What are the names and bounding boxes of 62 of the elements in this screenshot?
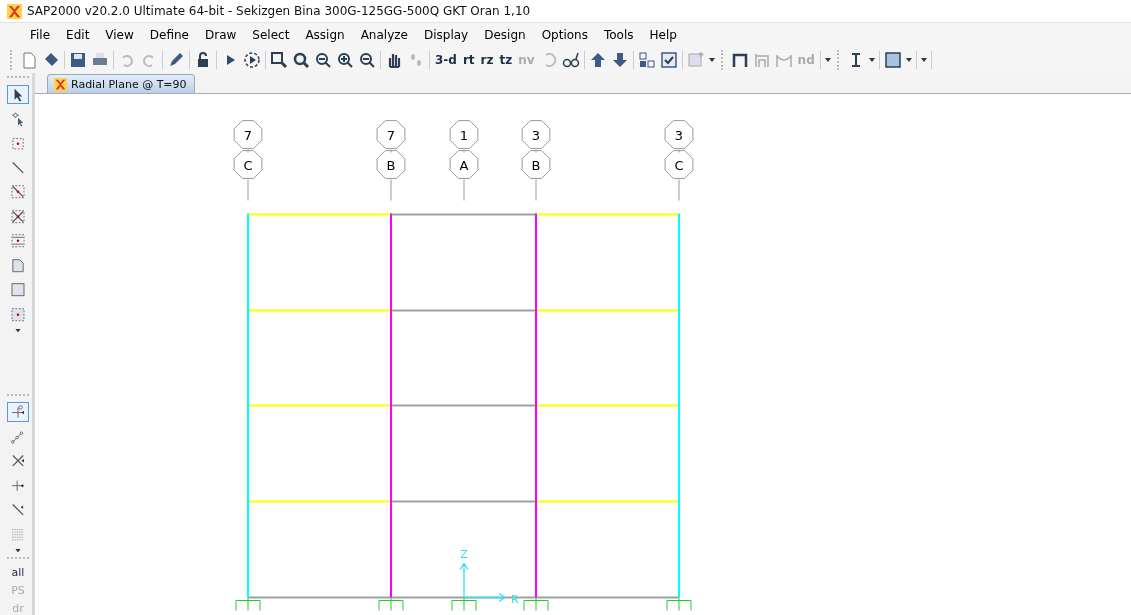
- pointer-icon[interactable]: [7, 84, 29, 105]
- support-symbol: [378, 597, 404, 611]
- grid-label: B: [531, 157, 541, 173]
- grid-squares-icon[interactable]: [637, 51, 656, 69]
- pencil-icon[interactable]: [167, 51, 185, 69]
- view-tab[interactable]: Radial Plane @ T=90: [47, 74, 195, 93]
- run-icon[interactable]: [243, 51, 261, 69]
- area-icon[interactable]: [883, 51, 902, 69]
- dropdown-arrow-icon[interactable]: [920, 58, 927, 62]
- axis-arrow: [459, 562, 507, 603]
- dropdown-arrow-icon[interactable]: [868, 58, 875, 62]
- axis-label: Z: [460, 547, 468, 561]
- menu-item[interactable]: Display: [415, 28, 477, 42]
- app-logo-icon: [7, 3, 22, 19]
- grid-label: 7: [243, 127, 253, 143]
- menu-item[interactable]: Help: [641, 28, 685, 42]
- grid-label: 1: [459, 127, 469, 143]
- menu-item[interactable]: Analyze: [352, 28, 416, 42]
- grid-label: C: [243, 157, 253, 173]
- menu-item[interactable]: View: [97, 28, 142, 42]
- view-button[interactable]: tz: [498, 53, 514, 67]
- dropdown-arrow-icon[interactable]: [824, 58, 831, 62]
- zoom-icon[interactable]: [292, 51, 310, 69]
- snap-point-icon[interactable]: [7, 402, 29, 422]
- view-button[interactable]: rt: [461, 53, 476, 67]
- grid-label: 3: [531, 127, 541, 143]
- frame-icon[interactable]: [730, 51, 749, 69]
- zoom-out-icon[interactable]: [358, 51, 376, 69]
- checkbox-icon[interactable]: [659, 51, 678, 69]
- menu-item[interactable]: Select: [244, 28, 298, 42]
- menu-item[interactable]: Options: [533, 28, 596, 42]
- grid-label: B: [386, 157, 396, 173]
- support-symbol: [235, 597, 261, 611]
- dropdown-arrow-icon[interactable]: [708, 58, 715, 62]
- grid-label: A: [459, 157, 469, 173]
- menu-item[interactable]: Design: [476, 28, 534, 42]
- grid-label: C: [674, 157, 684, 173]
- support-symbol: [666, 597, 692, 611]
- dropdown-arrow-icon[interactable]: [15, 549, 21, 553]
- glasses-icon[interactable]: [561, 51, 580, 69]
- zoom-window-icon[interactable]: [270, 51, 288, 69]
- view-button[interactable]: 3-d: [434, 53, 458, 67]
- menu-item[interactable]: Assign: [297, 28, 353, 42]
- menu-item[interactable]: Edit: [58, 28, 98, 42]
- axis-label: R: [511, 592, 519, 606]
- view-button[interactable]: rz: [479, 53, 495, 67]
- save-icon[interactable]: [69, 51, 87, 69]
- dropdown-arrow-icon[interactable]: [905, 58, 912, 62]
- zoom-previous-icon[interactable]: [314, 51, 332, 69]
- window-title: SAP2000 v20.2.0 Ultimate 64-bit - Sekizgen Bina 300G-125GG-500Q GKT Oran 1,10: [27, 4, 531, 18]
- grid-label: 3: [674, 127, 684, 143]
- menu-item[interactable]: Draw: [197, 28, 245, 42]
- support-symbol: [523, 597, 549, 611]
- grid-label: 7: [386, 127, 396, 143]
- dropdown-arrow-icon[interactable]: [15, 328, 21, 333]
- menu-item[interactable]: Define: [141, 28, 197, 42]
- zoom-in-icon[interactable]: [336, 51, 354, 69]
- select-button[interactable]: all: [11, 566, 25, 580]
- menu-item[interactable]: File: [22, 28, 59, 42]
- menu-item[interactable]: Tools: [595, 28, 642, 42]
- support-symbol: [451, 597, 477, 611]
- app-logo-icon: [54, 77, 67, 91]
